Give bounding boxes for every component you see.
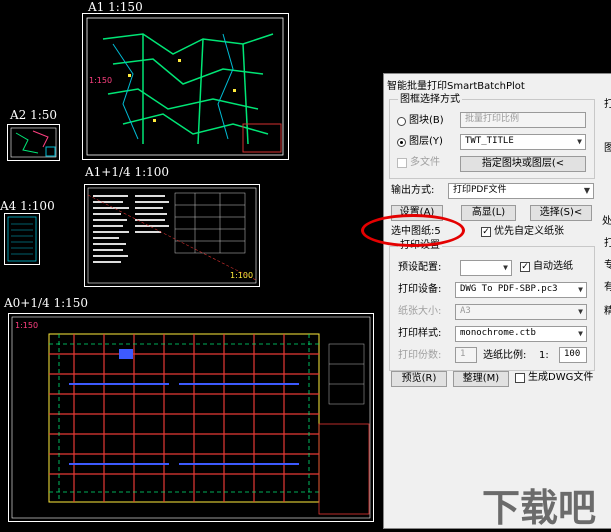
auto-select-label[interactable]: 自动选纸 xyxy=(533,261,573,273)
multi-file-checkbox[interactable] xyxy=(397,158,407,168)
copies-label: 打印份数: xyxy=(398,350,442,361)
dialog-title: 智能批量打印SmartBatchPlot xyxy=(387,81,525,92)
chevron-down-icon: ▼ xyxy=(578,285,583,294)
sheet-a1-label: A1 1:150 xyxy=(88,0,143,14)
preset-label: 预设配置: xyxy=(398,262,442,273)
a1-scale-mark: 1:150 xyxy=(89,76,113,85)
sheet-a1q-label: A1+1/4 1:100 xyxy=(85,165,170,179)
chevron-down-icon: ▼ xyxy=(503,263,508,272)
right-panel-glyph: 打 xyxy=(604,99,611,110)
sheet-a0q-label: A0+1/4 1:150 xyxy=(4,296,89,310)
block-radio[interactable] xyxy=(397,117,406,126)
block-radio-label[interactable]: 图块(B) xyxy=(409,115,444,127)
right-panel-glyph: 打 xyxy=(604,238,611,249)
layer-select[interactable]: TWT_TITLE ▼ xyxy=(460,134,586,150)
chevron-down-icon: ▼ xyxy=(577,137,582,146)
drawing-sheet-a2[interactable] xyxy=(7,124,60,161)
right-panel-glyph: 专 xyxy=(604,260,611,271)
drawing-sheet-a1q[interactable]: 1:100 xyxy=(84,184,260,287)
output-label: 输出方式: xyxy=(391,185,435,196)
paper-size-label: 纸张大小: xyxy=(398,306,442,317)
gen-dwg-checkbox[interactable] xyxy=(515,373,525,383)
printer-select[interactable]: DWG To PDF-SBP.pc3 ▼ xyxy=(455,282,587,298)
auto-select-checkbox[interactable]: ✓ xyxy=(520,262,530,272)
a0q-scale-mark: 1:150 xyxy=(15,321,39,330)
preset-select[interactable]: ▼ xyxy=(460,260,512,276)
block-scale-field[interactable]: 批量打印比例 xyxy=(460,112,586,128)
frame-select-group-label: 图框选择方式 xyxy=(398,94,462,106)
paper-size-value: A3 xyxy=(460,306,471,316)
printer-label: 打印设备: xyxy=(398,284,442,295)
a2-drawing-graphic xyxy=(10,127,57,158)
chevron-down-icon: ▼ xyxy=(583,186,590,195)
smart-batch-plot-dialog: 智能批量打印SmartBatchPlot 图框选择方式 图块(B) 批量打印比例… xyxy=(383,73,611,529)
specify-block-button[interactable]: 指定图块或图层(< xyxy=(460,156,586,172)
scale-label: 选纸比例: xyxy=(483,350,527,361)
right-panel-glyph: 图 xyxy=(604,143,611,154)
drawing-sheet-a4[interactable] xyxy=(4,213,40,265)
scale-field[interactable]: 100 xyxy=(559,347,587,363)
select-button[interactable]: 选择(S)< xyxy=(530,205,592,221)
right-panel-glyph: 精 xyxy=(604,306,611,317)
output-select-value: 打印PDF文件 xyxy=(453,185,507,195)
a1-drawing-graphic xyxy=(86,17,284,156)
a0q-drawing-graphic xyxy=(11,316,371,519)
highlight-button[interactable]: 高显(L) xyxy=(461,205,516,221)
drawing-sheet-a0q[interactable]: 1:150 xyxy=(8,313,374,522)
chevron-down-icon: ▼ xyxy=(578,329,583,338)
style-select-value: monochrome.ctb xyxy=(460,328,536,338)
preview-button[interactable]: 预览(R) xyxy=(391,371,447,387)
drawing-sheet-a1[interactable]: 1:150 xyxy=(82,13,289,160)
right-panel-glyph: 处 xyxy=(602,216,611,227)
highlight-annotation-circle xyxy=(361,214,465,247)
right-panel-glyph: 有 xyxy=(604,282,611,293)
gen-dwg-label[interactable]: 生成DWG文件 xyxy=(528,372,593,384)
copies-field[interactable]: 1 xyxy=(455,347,477,363)
watermark-logo: 下载吧 xyxy=(482,486,597,530)
organize-button[interactable]: 整理(M) xyxy=(453,371,509,387)
scale-prefix: 1: xyxy=(539,350,549,361)
sheet-a4-label: A4 1:100 xyxy=(0,199,55,213)
layer-select-value: TWT_TITLE xyxy=(465,136,514,146)
multi-file-label: 多文件 xyxy=(410,157,440,168)
chevron-down-icon: ▼ xyxy=(578,307,583,316)
layer-radio-label[interactable]: 图层(Y) xyxy=(409,136,443,148)
style-select[interactable]: monochrome.ctb ▼ xyxy=(455,326,587,342)
custom-paper-label[interactable]: 优先自定义纸张 xyxy=(494,226,564,238)
printer-select-value: DWG To PDF-SBP.pc3 xyxy=(460,284,558,294)
custom-paper-checkbox[interactable]: ✓ xyxy=(481,227,491,237)
sheet-a2-label: A2 1:50 xyxy=(10,108,58,122)
output-select[interactable]: 打印PDF文件 ▼ xyxy=(448,183,594,199)
paper-size-select[interactable]: A3 ▼ xyxy=(455,304,587,320)
a1q-scale-mark: 1:100 xyxy=(230,271,254,280)
layer-radio[interactable] xyxy=(397,138,406,147)
style-label: 打印样式: xyxy=(398,328,442,339)
a4-drawing-graphic xyxy=(7,216,37,262)
